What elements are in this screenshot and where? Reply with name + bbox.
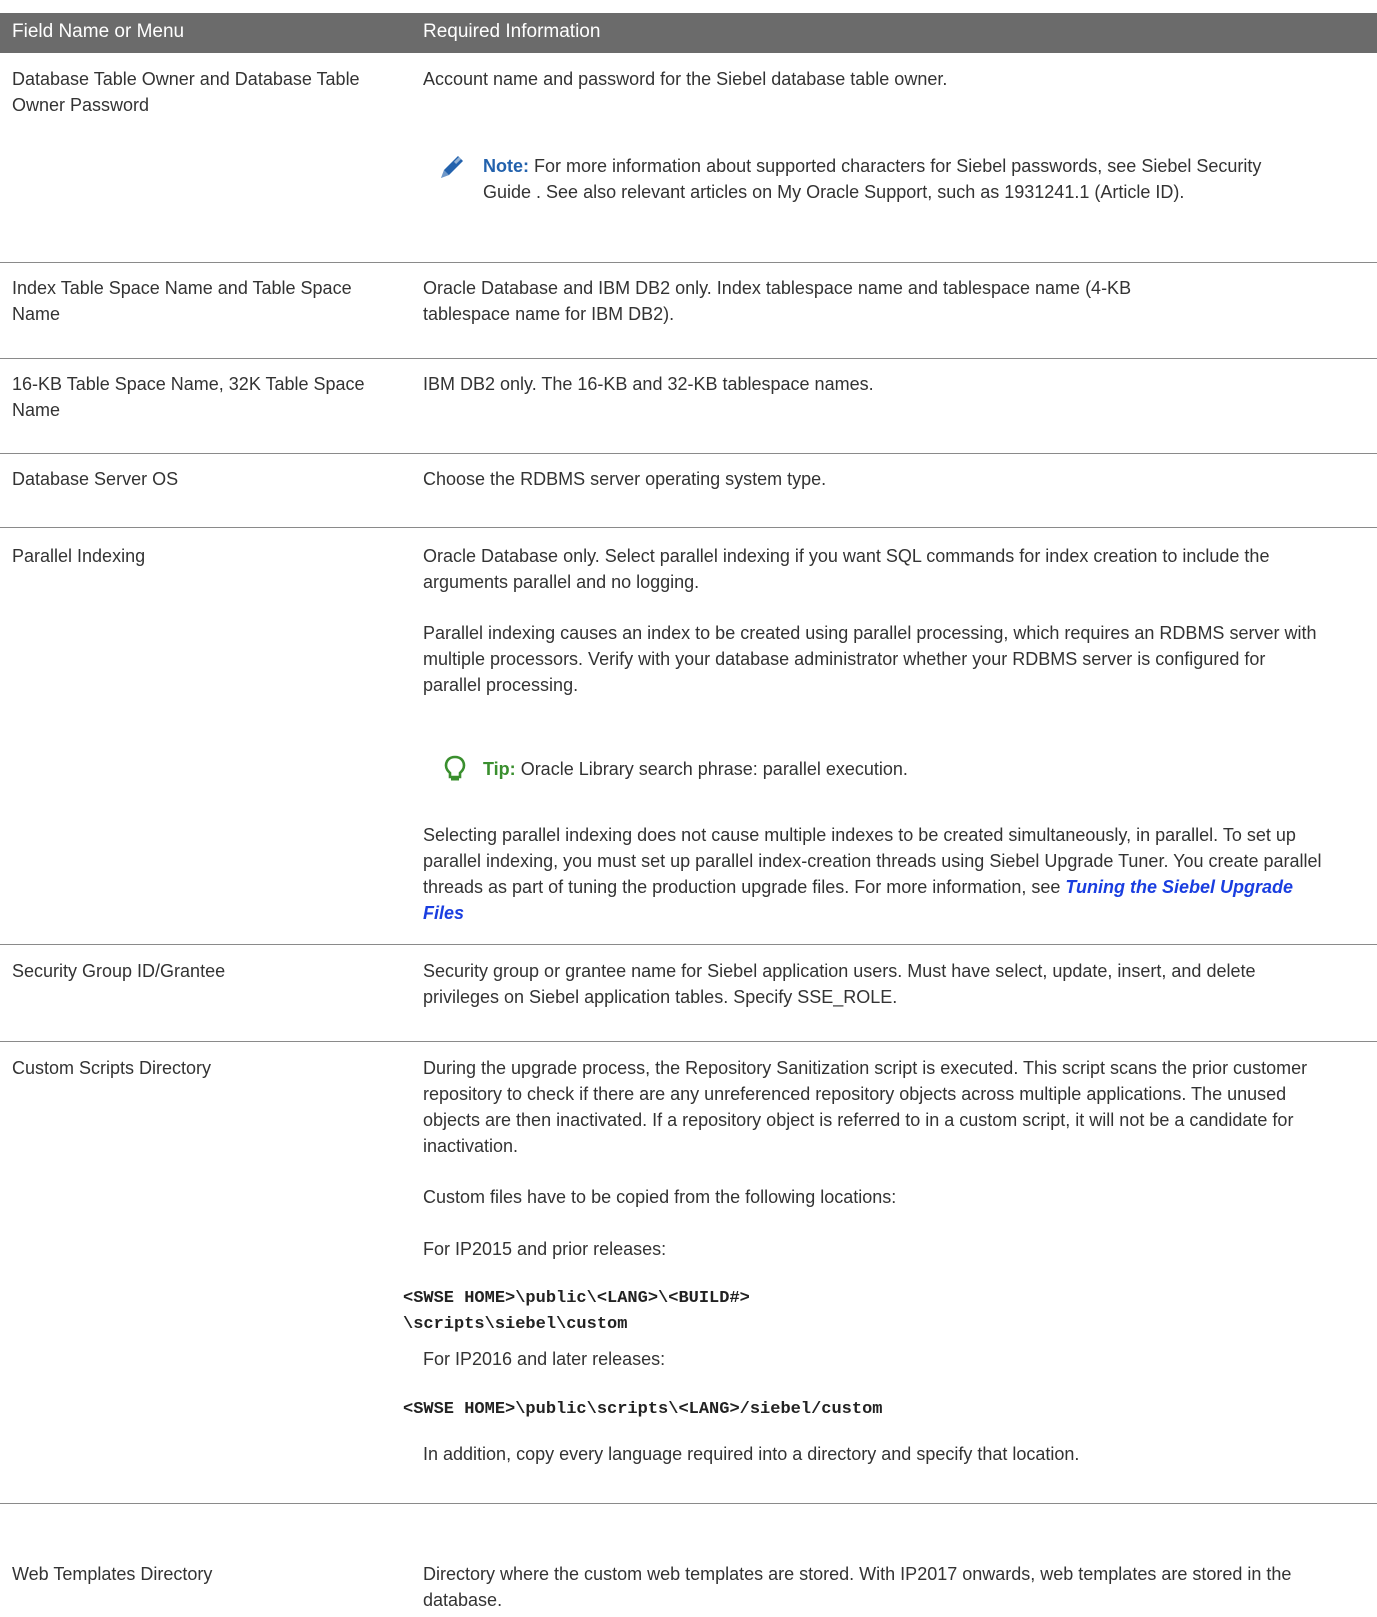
row-divider [0, 262, 1377, 263]
code-path-line: <SWSE HOME>\public\<LANG>\<BUILD#> [403, 1289, 750, 1308]
required-info: During the upgrade process, the Reposito… [423, 1058, 1308, 1156]
lightbulb-icon [444, 755, 466, 781]
row-divider [0, 1503, 1377, 1504]
required-info: Selecting parallel indexing does not cau… [423, 822, 1323, 926]
field-name: Security Group ID/Grantee [12, 961, 226, 981]
required-info: Account name and password for the Siebel… [423, 69, 948, 89]
row-divider [0, 358, 1377, 359]
code-path: <SWSE HOME>\public\scripts\<LANG>/siebel… [403, 1400, 883, 1419]
pencil-icon [441, 156, 463, 178]
field-name: Database Table Owner and Database Table … [12, 69, 360, 115]
field-name: Index Table Space Name and Table Space N… [12, 278, 352, 324]
field-name: Custom Scripts Directory [12, 1058, 212, 1078]
field-name: 16-KB Table Space Name, 32K Table Space … [12, 374, 365, 420]
header-required-info: Required Information [423, 21, 601, 42]
tip-label: Tip: [483, 759, 516, 779]
required-info: Security group or grantee name for Siebe… [423, 961, 1256, 1007]
field-name: Web Templates Directory [12, 1564, 213, 1584]
required-info: In addition, copy every language require… [423, 1444, 1080, 1464]
required-info: IBM DB2 only. The 16-KB and 32-KB tables… [423, 374, 874, 394]
field-name: Database Server OS [12, 469, 179, 489]
required-info: Directory where the custom web templates… [423, 1564, 1292, 1610]
tip-text: Oracle Library search phrase: parallel e… [520, 759, 908, 779]
required-info: Choose the RDBMS server operating system… [423, 469, 827, 489]
row-divider [0, 453, 1377, 454]
row-divider [0, 944, 1377, 945]
tip-block: Tip: Oracle Library search phrase: paral… [483, 756, 1313, 782]
required-info: Oracle Database and IBM DB2 only. Index … [423, 278, 1132, 324]
code-path-line: \scripts\siebel\custom [403, 1315, 628, 1334]
required-info: Custom files have to be copied from the … [423, 1187, 897, 1207]
required-info: For IP2015 and prior releases: [423, 1239, 667, 1259]
row-divider [0, 527, 1377, 528]
row-divider [0, 1041, 1377, 1042]
required-info: For IP2016 and later releases: [423, 1349, 666, 1369]
header-field-name: Field Name or Menu [12, 21, 185, 42]
table-header: Field Name or Menu Required Information [0, 13, 1377, 53]
required-info: Parallel indexing causes an index to be … [423, 623, 1317, 695]
note-block: Note: For more information about support… [483, 153, 1313, 205]
note-label: Note: [483, 156, 529, 176]
note-text: For more information about supported cha… [483, 156, 1262, 202]
field-name: Parallel Indexing [12, 546, 146, 566]
required-info: Oracle Database only. Select parallel in… [423, 546, 1270, 592]
